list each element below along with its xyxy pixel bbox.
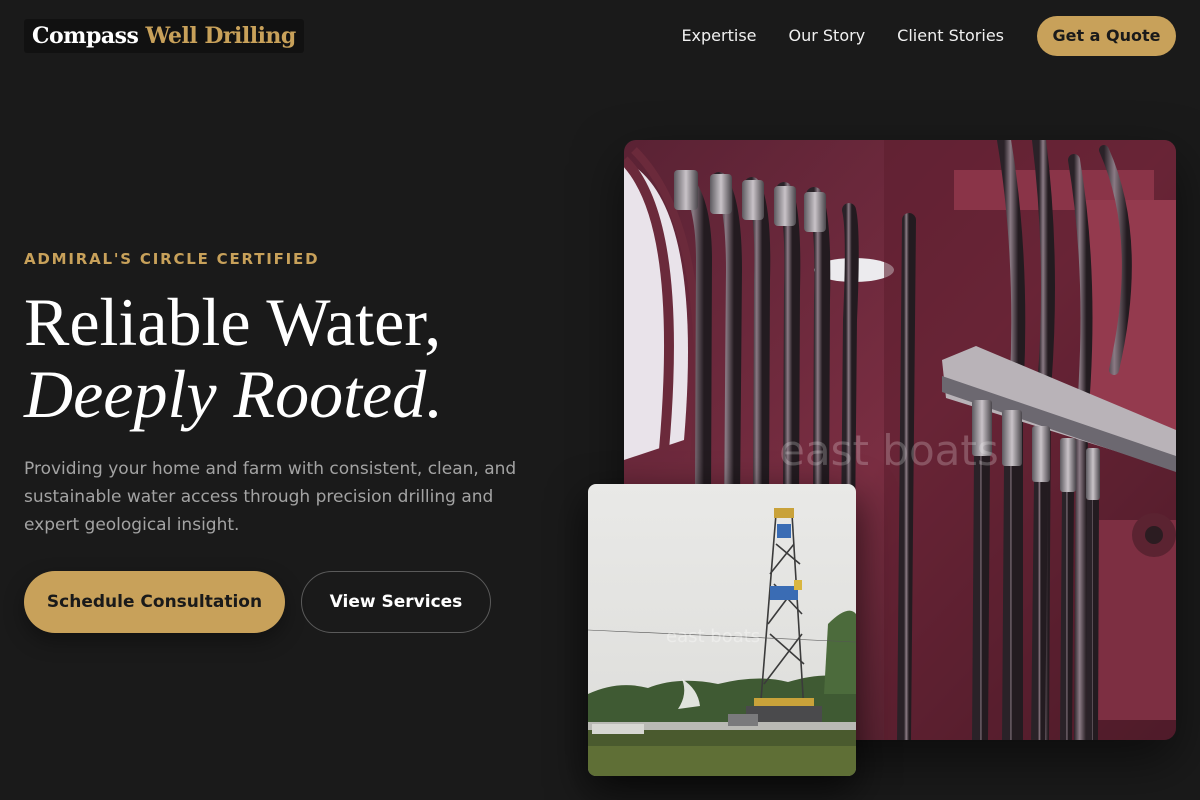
secondary-image-watermark: east boats	[666, 626, 760, 647]
nav-link-client-stories[interactable]: Client Stories	[897, 24, 1004, 48]
top-nav: Compass Well Drilling Expertise Our Stor…	[0, 0, 1200, 72]
schedule-consultation-button[interactable]: Schedule Consultation	[24, 571, 285, 633]
brand-logo[interactable]: Compass Well Drilling	[24, 19, 304, 53]
view-services-button[interactable]: View Services	[301, 571, 491, 633]
nav-link-expertise[interactable]: Expertise	[681, 24, 756, 48]
secondary-image-drilling-tower: east boats	[588, 484, 856, 776]
hero-headline: Reliable Water, Deeply Rooted.	[24, 286, 443, 430]
get-quote-button[interactable]: Get a Quote	[1037, 16, 1176, 56]
logo-text-accent: Well Drilling	[145, 23, 297, 49]
nav-links: Expertise Our Story Client Stories	[681, 24, 1004, 48]
logo-text-primary: Compass	[32, 23, 139, 49]
main-image-watermark: east boats	[779, 426, 999, 475]
hero-subtext: Providing your home and farm with consis…	[24, 459, 517, 535]
headline-line-1: Reliable Water,	[24, 284, 442, 360]
certification-eyebrow: ADMIRAL'S CIRCLE CERTIFIED	[24, 250, 320, 268]
nav-link-our-story[interactable]: Our Story	[789, 24, 866, 48]
drilling-tower-photo: east boats	[588, 484, 856, 776]
headline-line-2: Deeply Rooted.	[24, 356, 444, 432]
